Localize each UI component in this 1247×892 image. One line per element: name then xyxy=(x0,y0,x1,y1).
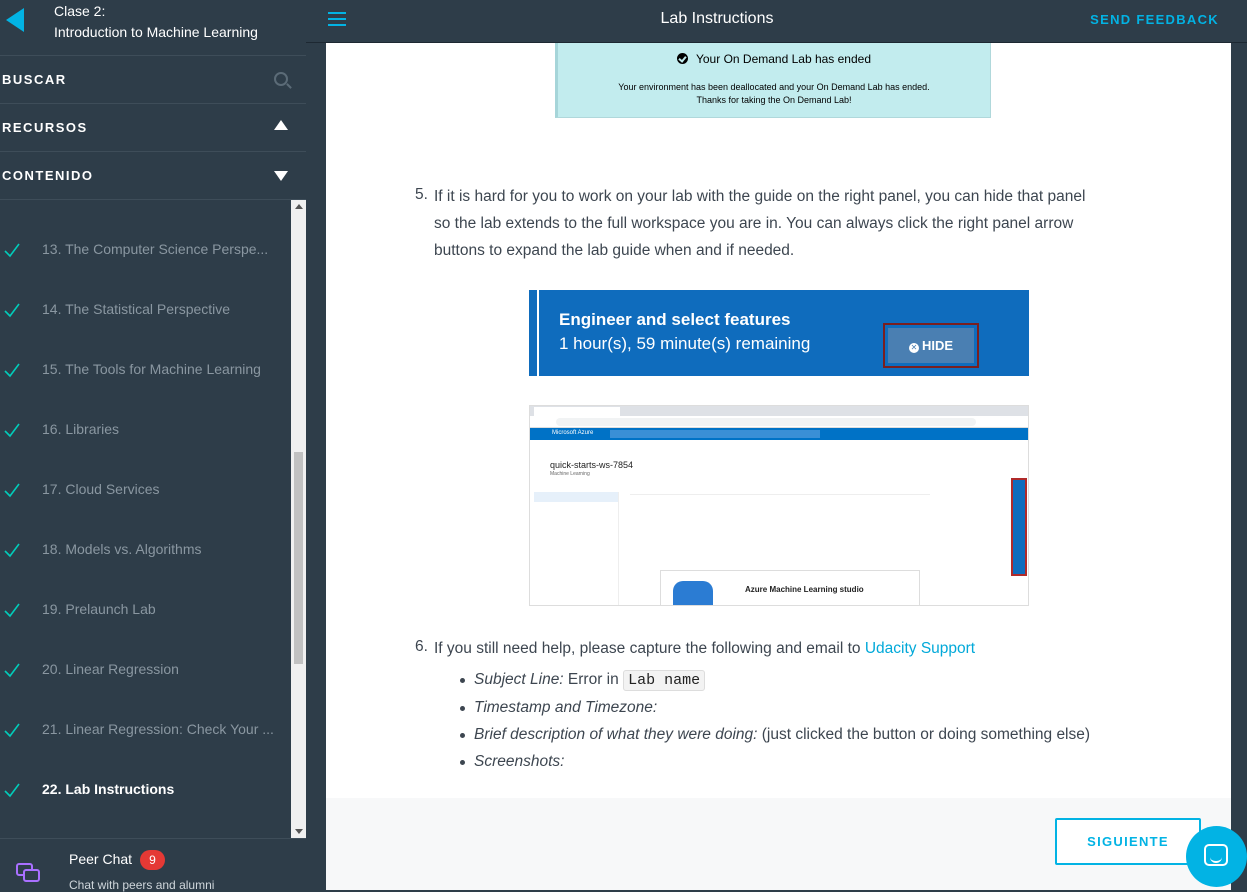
sidebar-concept-item[interactable]: 16. Libraries xyxy=(0,400,291,460)
search-icon[interactable] xyxy=(274,72,288,86)
resources-label: RECURSOS xyxy=(2,120,88,135)
scroll-up-icon[interactable] xyxy=(295,204,303,209)
hide-panel-image: Engineer and select features 1 hour(s), … xyxy=(529,290,1029,376)
azure-resource-name: quick-starts-ws-7854 xyxy=(550,460,634,470)
concept-label: 17. Cloud Services xyxy=(42,481,160,497)
step-6-text: If you still need help, please capture t… xyxy=(434,640,976,657)
checkmark-icon xyxy=(4,783,20,798)
azure-studio-title: Azure Machine Learning studio xyxy=(745,585,864,594)
resources-row[interactable]: RECURSOS xyxy=(0,104,306,152)
checkmark-icon xyxy=(4,363,20,378)
peer-chat-title: Peer Chat xyxy=(69,851,133,867)
chat-bubbles-icon xyxy=(16,863,40,882)
concept-list: 13. The Computer Science Perspe... 14. Th… xyxy=(0,200,291,838)
check-circle-icon xyxy=(676,53,688,64)
concept-label: 19. Prelaunch Lab xyxy=(42,601,156,617)
search-label: BUSCAR xyxy=(2,72,67,87)
concept-label: 20. Linear Regression xyxy=(42,661,179,677)
chat-icon xyxy=(1204,844,1228,866)
concept-label: 18. Models vs. Algorithms xyxy=(42,541,202,557)
hide-button-highlight: ✕ HIDE xyxy=(883,323,979,368)
lab-ended-line2: Thanks for taking the On Demand Lab! xyxy=(696,95,852,105)
concept-label: 15. The Tools for Machine Learning xyxy=(42,361,261,377)
contents-row[interactable]: CONTENIDO xyxy=(0,152,306,200)
list-item: Screenshots: xyxy=(459,748,1090,775)
azure-studio-card: Azure Machine Learning studio xyxy=(660,570,920,605)
list-item: Subject Line: Error in Lab name xyxy=(459,666,1090,694)
checkmark-icon xyxy=(4,483,20,498)
panel-title: Engineer and select features xyxy=(559,310,791,329)
checkmark-icon xyxy=(4,603,20,618)
search-row[interactable]: BUSCAR xyxy=(0,56,306,104)
checkmark-icon xyxy=(4,543,20,558)
step-5-line1: If it is hard for you to work on your la… xyxy=(434,188,1086,205)
unread-badge: 9 xyxy=(140,850,165,870)
step-5-number: 5. xyxy=(415,186,428,203)
checkmark-icon xyxy=(4,303,20,318)
panel-time-remaining: 1 hour(s), 59 minute(s) remaining xyxy=(559,334,811,353)
sidebar-concept-item[interactable]: 14. The Statistical Perspective xyxy=(0,280,291,340)
azure-portal-label: Microsoft Azure xyxy=(552,430,594,436)
scroll-thumb[interactable] xyxy=(294,452,303,664)
checkmark-icon xyxy=(4,423,20,438)
sidebar-concept-item[interactable]: 18. Models vs. Algorithms xyxy=(0,520,291,580)
scroll-down-icon[interactable] xyxy=(295,829,303,834)
lesson-header: Clase 2: Introduction to Machine Learnin… xyxy=(0,0,306,56)
sidebar: Clase 2: Introduction to Machine Learnin… xyxy=(0,0,306,892)
concept-label: 13. The Computer Science Perspe... xyxy=(42,241,269,257)
azure-resource-type: Machine Learning xyxy=(550,471,590,477)
lab-ended-heading: Your On Demand Lab has ended xyxy=(695,52,872,66)
azure-ml-logo xyxy=(673,581,713,605)
collapse-icon[interactable] xyxy=(274,120,288,130)
sidebar-concept-item[interactable]: 22. Lab Instructions xyxy=(0,760,291,820)
lab-ended-line1: Your environment has been deallocated an… xyxy=(618,82,930,92)
sidebar-concept-item[interactable]: 15. The Tools for Machine Learning xyxy=(0,340,291,400)
hide-button-label: HIDE xyxy=(921,338,954,353)
lesson-title: Introduction to Machine Learning xyxy=(54,24,258,40)
peer-chat[interactable]: Peer Chat 9 Chat with peers and alumni xyxy=(0,838,306,892)
expand-icon[interactable] xyxy=(274,171,288,181)
sidebar-concept-item[interactable]: 13. The Computer Science Perspe... xyxy=(0,220,291,280)
help-chat-button[interactable] xyxy=(1186,826,1247,887)
udacity-support-link[interactable]: Udacity Support xyxy=(865,640,975,657)
next-button[interactable]: SIGUIENTE xyxy=(1055,818,1201,865)
lab-name-code: Lab name xyxy=(623,670,706,691)
back-arrow-icon[interactable] xyxy=(6,8,24,32)
sidebar-concept-item[interactable]: 17. Cloud Services xyxy=(0,460,291,520)
concept-label: 22. Lab Instructions xyxy=(42,781,175,797)
contents-label: CONTENIDO xyxy=(2,168,94,183)
azure-collapsed-guide xyxy=(1011,478,1027,576)
concept-label: 14. The Statistical Perspective xyxy=(42,301,231,317)
concept-label: 16. Libraries xyxy=(42,421,120,437)
send-feedback-link[interactable]: SEND FEEDBACK xyxy=(1090,12,1219,27)
close-circle-icon: ✕ xyxy=(908,343,919,353)
lesson-content: Your On Demand Lab has ended Your enviro… xyxy=(326,43,1231,890)
help-checklist: Subject Line: Error in Lab name Timestam… xyxy=(459,666,1090,775)
top-bar: Lab Instructions SEND FEEDBACK xyxy=(306,0,1247,43)
checkmark-icon xyxy=(4,663,20,678)
checkmark-icon xyxy=(4,723,20,738)
sidebar-concept-item[interactable]: 19. Prelaunch Lab xyxy=(0,580,291,640)
lab-ended-image: Your On Demand Lab has ended Your enviro… xyxy=(555,43,991,118)
page-title: Lab Instructions xyxy=(660,10,774,27)
sidebar-concept-item[interactable]: 20. Linear Regression xyxy=(0,640,291,700)
concept-label: 21. Linear Regression: Check Your ... xyxy=(42,721,274,737)
lesson-number: Clase 2: xyxy=(54,3,106,19)
sidebar-concept-item[interactable]: 21. Linear Regression: Check Your ... xyxy=(0,700,291,760)
list-item: Timestamp and Timezone: xyxy=(459,694,1090,721)
checkmark-icon xyxy=(4,243,20,258)
step-6-number: 6. xyxy=(415,638,428,655)
step-5-line3: buttons to expand the lab guide when and… xyxy=(434,242,795,259)
azure-portal-screenshot: Microsoft Azure quick-starts-ws-7854 Mac… xyxy=(529,405,1029,606)
concept-scrollbar[interactable] xyxy=(291,200,306,838)
step-5-line2: so the lab extends to the full workspace… xyxy=(434,215,1074,232)
list-item: Brief description of what they were doin… xyxy=(459,721,1090,748)
